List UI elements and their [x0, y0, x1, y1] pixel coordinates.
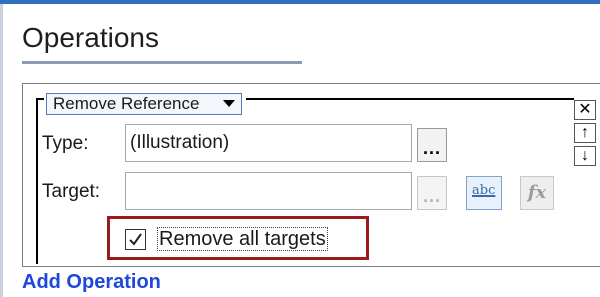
type-browse-button[interactable]: ... — [417, 128, 447, 162]
type-field[interactable]: (Illustration) — [125, 124, 412, 162]
checkmark-icon — [129, 233, 142, 246]
formula-button[interactable]: fx — [520, 176, 554, 210]
group-frame-left — [36, 98, 38, 264]
title-underline — [22, 61, 302, 64]
operations-page: Operations Remove Reference ✕ ↑ ↓ Type: … — [0, 0, 600, 297]
target-browse-button[interactable]: ... — [417, 176, 447, 210]
type-label: Type: — [42, 133, 89, 154]
target-field[interactable] — [125, 172, 412, 210]
remove-all-targets-checkbox[interactable] — [125, 229, 146, 250]
group-frame-top-right — [246, 98, 574, 100]
section-title: Operations — [22, 22, 159, 53]
function-fx-icon: fx — [527, 182, 547, 203]
operation-type-dropdown[interactable]: Remove Reference — [46, 93, 242, 115]
arrow-up-icon: ↑ — [581, 124, 589, 141]
operation-type-value: Remove Reference — [53, 94, 200, 113]
text-abc-icon: abc — [472, 183, 496, 198]
chevron-down-icon — [223, 100, 235, 107]
move-up-button[interactable]: ↑ — [574, 123, 596, 143]
text-value-button[interactable]: abc — [466, 176, 502, 210]
top-accent-strip — [0, 0, 600, 4]
move-down-button[interactable]: ↓ — [574, 146, 596, 166]
target-label: Target: — [42, 181, 101, 202]
arrow-down-icon: ↓ — [581, 147, 589, 164]
close-icon: ✕ — [578, 101, 592, 118]
add-operation-link[interactable]: Add Operation — [22, 269, 161, 295]
remove-all-targets-label[interactable]: Remove all targets — [157, 227, 328, 251]
left-edge-border — [0, 4, 3, 297]
remove-operation-button[interactable]: ✕ — [574, 100, 596, 120]
